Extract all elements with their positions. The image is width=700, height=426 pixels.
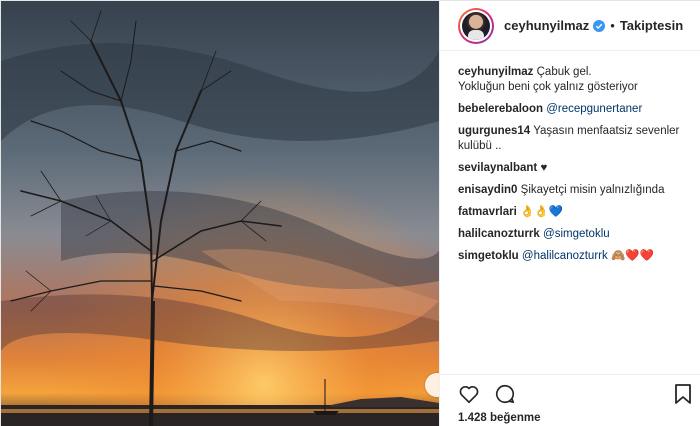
comment-item: simgetoklu @halilcanozturrk 🙈❤️❤️ xyxy=(458,249,696,264)
comment-text: Şikayetçi misin yalnızlığında xyxy=(520,184,665,196)
comment-emoji: 👌👌💙 xyxy=(520,206,563,218)
comment-item: ugurgunes14 Yaşasın menfaatsiz sevenler … xyxy=(458,124,696,154)
comment-item: halilcanozturrk @simgetoklu xyxy=(458,227,696,242)
comment-username[interactable]: ugurgunes14 xyxy=(458,125,530,137)
comment-username[interactable]: enisaydin0 xyxy=(458,184,517,196)
comment-mention[interactable]: @halilcanozturrk xyxy=(522,250,608,262)
comment-item: enisaydin0 Şikayetçi misin yalnızlığında xyxy=(458,183,696,198)
comment-username[interactable]: fatmavrlari xyxy=(458,206,517,218)
comment-icon[interactable] xyxy=(494,383,516,405)
comment-username[interactable]: sevilaynalbant xyxy=(458,162,537,174)
comment-username[interactable]: halilcanozturrk xyxy=(458,228,540,240)
post-header: ceyhunyilmaz • Takiptesin xyxy=(440,1,700,51)
like-count[interactable]: 1.428 beğenme xyxy=(458,412,540,424)
caption: ceyhunyilmaz Çabuk gel. Yokluğun beni ço… xyxy=(458,65,696,95)
comment-item: bebelerebaloon @recepgunertaner xyxy=(458,102,696,117)
comment-item: sevilaynalbant ♥ xyxy=(458,161,696,176)
sunset-tree-image xyxy=(1,1,439,426)
comment-emoji: ♥ xyxy=(540,162,548,174)
post-side-panel: ceyhunyilmaz • Takiptesin ceyhunyilmaz Ç… xyxy=(439,1,700,426)
comment-item: fatmavrlari 👌👌💙 xyxy=(458,205,696,220)
comment-username[interactable]: simgetoklu xyxy=(458,250,519,262)
comment-emoji: 🙈❤️❤️ xyxy=(610,250,654,262)
follow-status-button[interactable]: Takiptesin xyxy=(620,18,683,33)
author-username[interactable]: ceyhunyilmaz xyxy=(504,18,589,33)
header-separator: • xyxy=(610,18,615,33)
verified-badge-icon xyxy=(593,19,606,32)
avatar-image xyxy=(462,11,490,40)
avatar[interactable] xyxy=(458,7,494,44)
caption-line-2: Yokluğun beni çok yalnız gösteriyor xyxy=(458,81,638,93)
post-actions: 1.428 beğenme xyxy=(440,374,700,426)
post-photo[interactable] xyxy=(1,1,439,426)
comment-list: ceyhunyilmaz Çabuk gel. Yokluğun beni ço… xyxy=(458,65,696,271)
caption-line-1: Çabuk gel. xyxy=(536,66,592,78)
heart-icon[interactable] xyxy=(458,383,480,405)
caption-username[interactable]: ceyhunyilmaz xyxy=(458,66,533,78)
instagram-post: ceyhunyilmaz • Takiptesin ceyhunyilmaz Ç… xyxy=(0,0,700,426)
bookmark-icon[interactable] xyxy=(674,383,692,405)
comment-mention[interactable]: @simgetoklu xyxy=(543,228,610,240)
comment-mention[interactable]: @recepgunertaner xyxy=(546,103,642,115)
comment-username[interactable]: bebelerebaloon xyxy=(458,103,543,115)
